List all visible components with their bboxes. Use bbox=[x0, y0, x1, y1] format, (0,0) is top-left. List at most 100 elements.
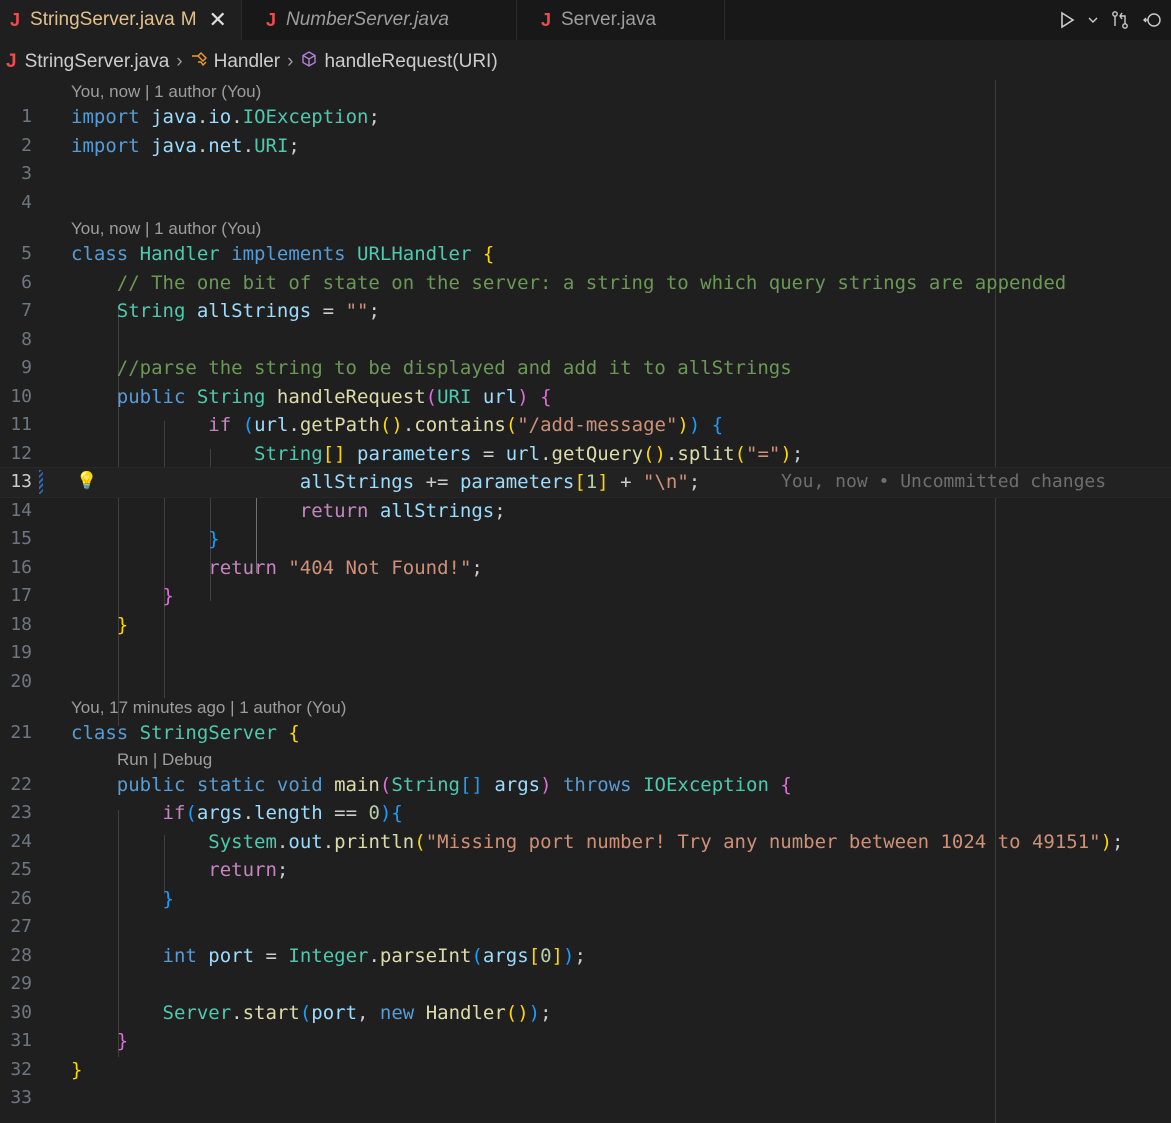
line-code: if(args.length == 0){ bbox=[162, 802, 403, 824]
compare-changes-icon[interactable] bbox=[1109, 9, 1131, 31]
line-number: 17 bbox=[10, 585, 32, 606]
code-line[interactable]: 21 class StringServer { bbox=[0, 719, 1171, 748]
line-number: 3 bbox=[21, 163, 32, 184]
inline-blame: You, now • Uncommitted changes bbox=[781, 471, 1107, 492]
line-number: 30 bbox=[10, 1001, 32, 1023]
line-number: 29 bbox=[10, 973, 32, 994]
line-code: //parse the string to be displayed and a… bbox=[116, 357, 792, 379]
code-line[interactable]: 27 bbox=[0, 913, 1171, 942]
line-code: public String handleRequest(URI url) { bbox=[116, 385, 552, 408]
code-line[interactable]: 30 Server.start(port, new Handler()); bbox=[0, 999, 1171, 1028]
class-icon bbox=[190, 51, 208, 73]
breadcrumb-method[interactable]: handleRequest(URI) bbox=[324, 51, 497, 73]
tab-label: NumberServer.java bbox=[285, 9, 449, 30]
code-line[interactable]: 19 bbox=[0, 639, 1171, 668]
line-code: import java.net.URI; bbox=[71, 134, 300, 157]
line-number: 21 bbox=[10, 722, 32, 743]
code-line[interactable]: 6 // The one bit of state on the server:… bbox=[0, 269, 1171, 298]
modified-badge: M bbox=[180, 9, 197, 30]
java-file-icon: J bbox=[10, 9, 21, 30]
code-line[interactable]: 24 System.out.println("Missing port numb… bbox=[0, 828, 1171, 857]
line-number: 9 bbox=[21, 357, 32, 378]
code-line[interactable]: 9 //parse the string to be displayed and… bbox=[0, 354, 1171, 383]
line-code: return "404 Not Found!"; bbox=[208, 556, 483, 579]
go-back-icon[interactable] bbox=[1141, 9, 1163, 31]
code-line[interactable]: 29 bbox=[0, 970, 1171, 999]
close-icon[interactable]: ✕ bbox=[209, 7, 227, 33]
line-number: 4 bbox=[21, 191, 32, 213]
codelens-row: You, 17 minutes ago | 1 author (You) bbox=[0, 696, 1171, 719]
line-code: class StringServer { bbox=[71, 722, 300, 744]
blame-codelens[interactable]: You, now | 1 author (You) bbox=[71, 217, 261, 241]
code-line[interactable]: 18 } bbox=[0, 611, 1171, 640]
chevron-down-icon[interactable] bbox=[1087, 14, 1099, 26]
line-number: 5 bbox=[21, 243, 32, 264]
code-line[interactable]: 10 public String handleRequest(URI url) … bbox=[0, 383, 1171, 412]
line-code: return; bbox=[208, 859, 289, 881]
line-number: 26 bbox=[10, 887, 32, 909]
line-number: 6 bbox=[21, 271, 32, 293]
code-line[interactable]: 23 if(args.length == 0){ bbox=[0, 799, 1171, 828]
line-code: allStrings += parameters[1] + "\n"; bbox=[299, 471, 701, 493]
code-line[interactable]: 8 bbox=[0, 326, 1171, 355]
code-line[interactable]: 33 bbox=[0, 1084, 1171, 1113]
line-number: 1 bbox=[21, 106, 32, 127]
tab-label: Server.java bbox=[560, 9, 657, 30]
code-line[interactable]: 13 💡 allStrings += parameters[1] + "\n"; Y… bbox=[0, 467, 1171, 498]
code-line[interactable]: 2 import java.net.URI; bbox=[0, 132, 1171, 161]
java-file-icon: J bbox=[6, 51, 17, 72]
code-line[interactable]: 5 class Handler implements URLHandler { bbox=[0, 240, 1171, 269]
code-line[interactable]: 17 } bbox=[0, 582, 1171, 611]
blame-codelens[interactable]: You, now | 1 author (You) bbox=[71, 80, 261, 104]
code-line[interactable]: 14 return allStrings; bbox=[0, 497, 1171, 526]
line-code: class Handler implements URLHandler { bbox=[71, 243, 495, 265]
tab-label: StringServer.java bbox=[30, 9, 175, 30]
breadcrumb-file[interactable]: StringServer.java bbox=[25, 51, 170, 73]
line-code: } bbox=[116, 613, 129, 636]
run-debug-codelens[interactable]: Run | Debug bbox=[117, 748, 212, 772]
tab-server[interactable]: J Server.java bbox=[516, 0, 725, 40]
line-code: return allStrings; bbox=[299, 499, 506, 522]
modified-line-marker[interactable] bbox=[39, 470, 43, 494]
line-code: String[] parameters = url.getQuery().spl… bbox=[254, 442, 804, 465]
code-line[interactable]: 28 int port = Integer.parseInt(args[0]); bbox=[0, 942, 1171, 971]
line-code: if (url.getPath().contains("/add-message… bbox=[208, 414, 724, 436]
line-number: 28 bbox=[10, 944, 32, 966]
code-line[interactable]: 1 import java.io.IOException; bbox=[0, 103, 1171, 132]
code-line[interactable]: 32} bbox=[0, 1056, 1171, 1085]
line-number: 23 bbox=[10, 802, 32, 823]
code-line[interactable]: 31 } bbox=[0, 1027, 1171, 1056]
line-number: 15 bbox=[10, 528, 32, 549]
line-code: } bbox=[208, 528, 220, 550]
code-line[interactable]: 22 public static void main(String[] args… bbox=[0, 771, 1171, 800]
tab-numberserver[interactable]: J NumberServer.java bbox=[241, 0, 517, 40]
code-line[interactable]: 3 bbox=[0, 160, 1171, 189]
java-file-icon: J bbox=[265, 9, 276, 30]
blame-codelens[interactable]: You, 17 minutes ago | 1 author (You) bbox=[71, 696, 346, 720]
code-line[interactable]: 26 } bbox=[0, 885, 1171, 914]
java-file-icon: J bbox=[540, 9, 551, 30]
line-number: 18 bbox=[10, 613, 32, 635]
line-number: 11 bbox=[10, 414, 32, 435]
line-number: 25 bbox=[10, 859, 32, 880]
run-icon[interactable] bbox=[1057, 10, 1077, 30]
code-line[interactable]: 12 String[] parameters = url.getQuery().… bbox=[0, 440, 1171, 469]
code-editor[interactable]: You, now | 1 author (You) 1 import java.io… bbox=[0, 80, 1171, 1123]
line-number: 20 bbox=[10, 670, 32, 692]
breadcrumb: J StringServer.java › Handler › handleRe… bbox=[0, 44, 498, 80]
line-code: Server.start(port, new Handler()); bbox=[162, 1001, 552, 1024]
code-line[interactable]: 20 bbox=[0, 668, 1171, 697]
line-number: 2 bbox=[21, 134, 32, 156]
tab-stringserver[interactable]: J StringServer.java M ✕ bbox=[0, 0, 242, 40]
code-line[interactable]: 4 bbox=[0, 189, 1171, 218]
line-code: } bbox=[116, 1030, 129, 1052]
line-number: 7 bbox=[21, 300, 32, 321]
code-line[interactable]: 16 return "404 Not Found!"; bbox=[0, 554, 1171, 583]
code-line[interactable]: 25 return; bbox=[0, 856, 1171, 885]
chevron-right-icon: › bbox=[176, 51, 183, 72]
code-line[interactable]: 7 String allStrings = ""; bbox=[0, 297, 1171, 326]
line-code: public static void main(String[] args) t… bbox=[116, 773, 792, 796]
code-line[interactable]: 15 } bbox=[0, 525, 1171, 554]
breadcrumb-class[interactable]: Handler bbox=[214, 51, 281, 73]
code-line[interactable]: 11 if (url.getPath().contains("/add-mess… bbox=[0, 411, 1171, 440]
